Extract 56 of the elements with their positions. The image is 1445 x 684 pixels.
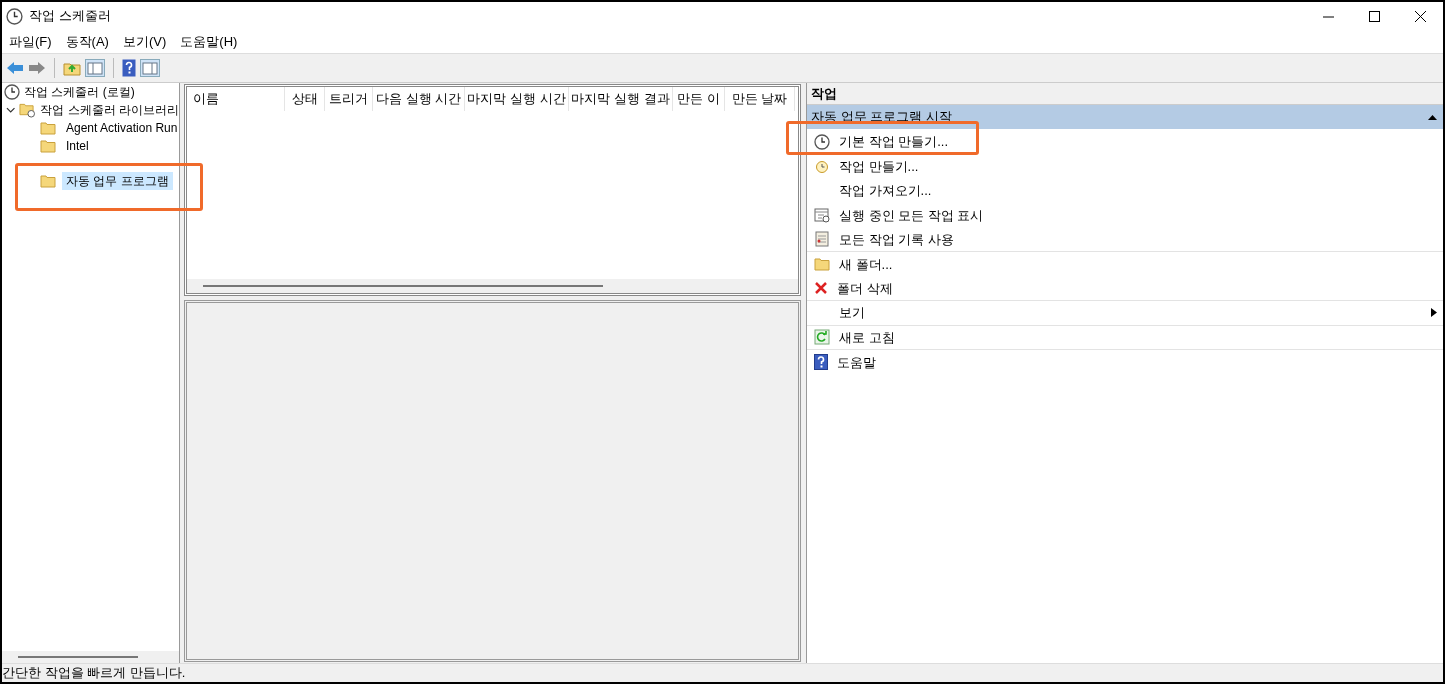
collapse-arrow-icon (1428, 114, 1437, 120)
folder-icon (814, 257, 830, 272)
column-header[interactable]: 이름 (187, 87, 285, 111)
menu-item[interactable]: 파일(F) (2, 31, 59, 52)
column-header[interactable]: 트리거 (325, 87, 373, 111)
action-item[interactable]: 모든 작업 기록 사용 (839, 229, 954, 249)
column-header[interactable]: 마지막 실행 결과 (569, 87, 673, 111)
menu-item[interactable]: 동작(A) (58, 31, 116, 52)
help-icon[interactable] (122, 59, 136, 77)
action-item[interactable]: 작업 가져오기... (839, 181, 932, 201)
status-text: 간단한 작업을 빠르게 만듭니다. (2, 664, 186, 683)
calendar-icon (814, 207, 830, 224)
clock-icon (814, 158, 830, 175)
submenu-arrow-icon (1431, 308, 1437, 318)
scrollbar[interactable] (203, 285, 603, 287)
menu-item[interactable]: 도움말(H) (173, 31, 245, 52)
tree-item[interactable]: Intel (62, 137, 93, 155)
tree-item[interactable]: Agent Activation Run (62, 119, 179, 137)
tree-item[interactable]: 자동 업무 프로그램 (62, 172, 173, 190)
scrollbar[interactable] (18, 656, 138, 658)
app-icon (6, 7, 23, 25)
pane-icon[interactable] (85, 59, 105, 77)
back-icon[interactable] (6, 61, 24, 75)
window-title: 작업 스케줄러 (29, 7, 111, 26)
column-header[interactable]: 마지막 실행 시간 (465, 87, 569, 111)
panel-header: 작업 (807, 83, 1443, 105)
log-icon (814, 231, 830, 248)
folder-icon (40, 174, 56, 188)
forward-icon[interactable] (28, 61, 46, 75)
action-item[interactable]: 새 폴더... (839, 254, 893, 274)
help-icon (814, 354, 828, 371)
folder-clock-icon (19, 102, 37, 118)
action-item[interactable]: 보기 (839, 303, 865, 323)
action-item[interactable]: 도움말 (837, 352, 876, 372)
folder-icon (40, 121, 56, 135)
column-header[interactable]: 만든 이 (673, 87, 725, 111)
close-icon (1414, 10, 1426, 22)
action-item[interactable]: 기본 작업 만들기... (839, 132, 949, 152)
refresh-icon (814, 329, 830, 346)
action-item[interactable]: 새로 고침 (839, 327, 895, 347)
column-header[interactable]: 상태 (285, 87, 325, 111)
chevron-icon[interactable] (6, 105, 16, 115)
maximize-icon (1368, 10, 1380, 22)
action-item[interactable]: 폴더 삭제 (837, 278, 893, 298)
tree-item[interactable]: 작업 스케줄러 (로컬) (24, 83, 135, 101)
close-icon (814, 281, 828, 296)
action-item[interactable]: 실행 중인 모든 작업 표시 (839, 205, 984, 225)
column-header[interactable]: 다음 실행 시간 (373, 87, 465, 111)
menu-item[interactable]: 보기(V) (115, 31, 174, 52)
column-header[interactable]: 만든 날짜 (725, 87, 795, 111)
pane-icon[interactable] (140, 59, 160, 77)
folder-up-icon[interactable] (63, 60, 81, 76)
folder-icon (40, 139, 56, 153)
clock-icon (814, 133, 830, 150)
tree-item[interactable]: 작업 스케줄러 라이브러리 (40, 101, 179, 119)
action-item[interactable]: 작업 만들기... (839, 156, 919, 176)
